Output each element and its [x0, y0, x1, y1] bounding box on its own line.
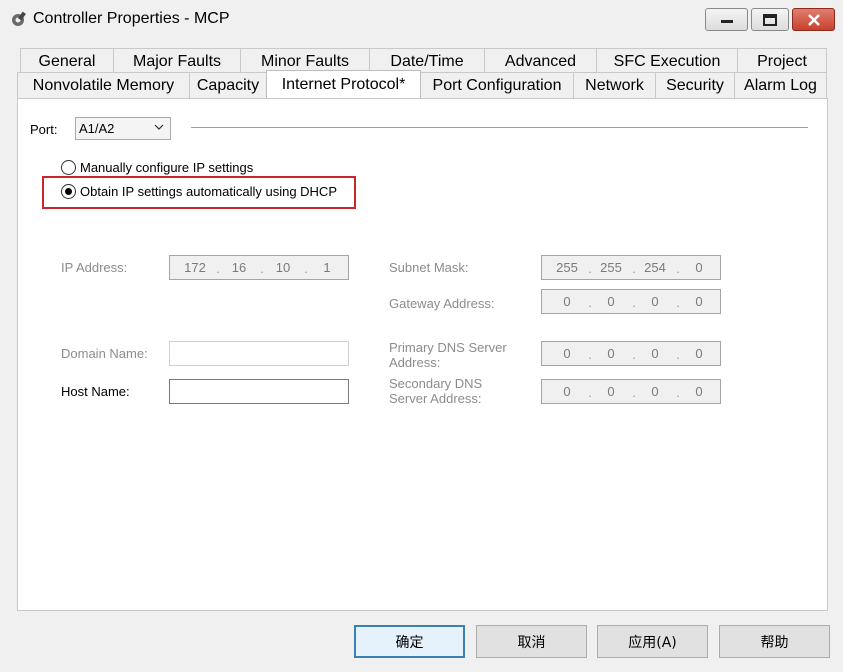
subnet-mask-field[interactable]: 255 . 255 . 254 . 0 [541, 255, 721, 280]
tab-security[interactable]: Security [655, 72, 735, 98]
secondary-dns-label-line1: Secondary DNS [389, 376, 483, 391]
primary-dns-octet-4: 0 [695, 346, 703, 361]
ip-dot: . [588, 347, 592, 362]
secondary-dns-label-line2: Server Address: [389, 391, 482, 406]
ip-address-label: IP Address: [61, 260, 128, 275]
port-select[interactable]: A1/A2 [75, 117, 171, 140]
dhcp-label[interactable]: Obtain IP settings automatically using D… [80, 184, 337, 199]
port-divider [191, 127, 808, 128]
secondary-dns-octet-4: 0 [695, 384, 703, 399]
ip-dot: . [304, 261, 308, 276]
tab-network[interactable]: Network [573, 72, 656, 98]
dhcp-radio[interactable] [61, 184, 76, 199]
ip-dot: . [676, 347, 680, 362]
primary-dns-label-line1: Primary DNS Server [389, 340, 507, 355]
gateway-octet-3: 0 [651, 294, 659, 309]
tab-capacity[interactable]: Capacity [189, 72, 267, 98]
domain-name-field[interactable] [169, 341, 349, 366]
tab-general[interactable]: General [20, 48, 114, 74]
subnet-mask-label: Subnet Mask: [389, 260, 469, 275]
tab-project[interactable]: Project [737, 48, 827, 74]
ip-dot: . [676, 385, 680, 400]
tab-internet-protocol[interactable]: Internet Protocol* [266, 70, 421, 98]
host-name-label: Host Name: [61, 384, 130, 399]
tab-nonvolatile-memory[interactable]: Nonvolatile Memory [17, 72, 190, 98]
manual-ip-label[interactable]: Manually configure IP settings [80, 160, 253, 175]
controller-icon [12, 11, 26, 26]
primary-dns-label-line2: Address: [389, 355, 441, 370]
apply-button[interactable]: 应用(A) [597, 625, 708, 658]
subnet-octet-3: 254 [644, 260, 666, 275]
gateway-field[interactable]: 0 . 0 . 0 . 0 [541, 289, 721, 314]
tab-major-faults[interactable]: Major Faults [113, 48, 241, 74]
chevron-down-icon [154, 124, 164, 130]
title-bar: Controller Properties - MCP [0, 0, 843, 40]
help-button[interactable]: 帮助 [719, 625, 830, 658]
gateway-octet-4: 0 [695, 294, 703, 309]
tab-advanced[interactable]: Advanced [484, 48, 597, 74]
ip-dot: . [588, 261, 592, 276]
secondary-dns-field[interactable]: 0 . 0 . 0 . 0 [541, 379, 721, 404]
minimize-icon [720, 19, 733, 23]
ip-dot: . [632, 347, 636, 362]
secondary-dns-octet-3: 0 [651, 384, 659, 399]
host-name-field[interactable] [169, 379, 349, 404]
gateway-label: Gateway Address: [389, 296, 495, 311]
domain-name-label: Domain Name: [61, 346, 148, 361]
primary-dns-octet-1: 0 [563, 346, 571, 361]
primary-dns-field[interactable]: 0 . 0 . 0 . 0 [541, 341, 721, 366]
ip-dot: . [588, 295, 592, 310]
window-title: Controller Properties - MCP [33, 10, 230, 27]
ip-dot: . [216, 261, 220, 276]
gateway-octet-1: 0 [563, 294, 571, 309]
ip-octet-1: 172 [184, 260, 206, 275]
ip-dot: . [676, 261, 680, 276]
internet-protocol-panel: Port: A1/A2 Manually configure IP settin… [17, 98, 828, 611]
close-icon [807, 13, 820, 26]
primary-dns-octet-3: 0 [651, 346, 659, 361]
gateway-octet-2: 0 [607, 294, 615, 309]
ip-octet-3: 10 [275, 260, 291, 275]
ip-dot: . [676, 295, 680, 310]
ip-dot: . [260, 261, 264, 276]
ip-octet-4: 1 [323, 260, 331, 275]
ip-dot: . [632, 385, 636, 400]
close-button[interactable] [792, 8, 835, 31]
secondary-dns-octet-2: 0 [607, 384, 615, 399]
ip-dot: . [588, 385, 592, 400]
cancel-button[interactable]: 取消 [476, 625, 587, 658]
ok-button[interactable]: 确定 [354, 625, 465, 658]
ip-address-field[interactable]: 172 . 16 . 10 . 1 [169, 255, 349, 280]
primary-dns-octet-2: 0 [607, 346, 615, 361]
secondary-dns-octet-1: 0 [563, 384, 571, 399]
tab-sfc-execution[interactable]: SFC Execution [596, 48, 738, 74]
ip-dot: . [632, 295, 636, 310]
minimize-button[interactable] [705, 8, 748, 31]
secondary-dns-label: Secondary DNS Server Address: [389, 376, 482, 406]
port-label: Port: [30, 122, 58, 137]
ip-octet-2: 16 [231, 260, 247, 275]
primary-dns-label: Primary DNS Server Address: [389, 340, 507, 370]
manual-ip-radio[interactable] [61, 160, 76, 175]
tab-port-configuration[interactable]: Port Configuration [420, 72, 574, 98]
maximize-button[interactable] [751, 8, 789, 31]
subnet-octet-2: 255 [600, 260, 622, 275]
tab-alarm-log[interactable]: Alarm Log [734, 72, 827, 98]
maximize-icon [763, 13, 777, 26]
port-select-value: A1/A2 [79, 121, 115, 136]
subnet-octet-1: 255 [556, 260, 578, 275]
subnet-octet-4: 0 [695, 260, 703, 275]
ip-dot: . [632, 261, 636, 276]
